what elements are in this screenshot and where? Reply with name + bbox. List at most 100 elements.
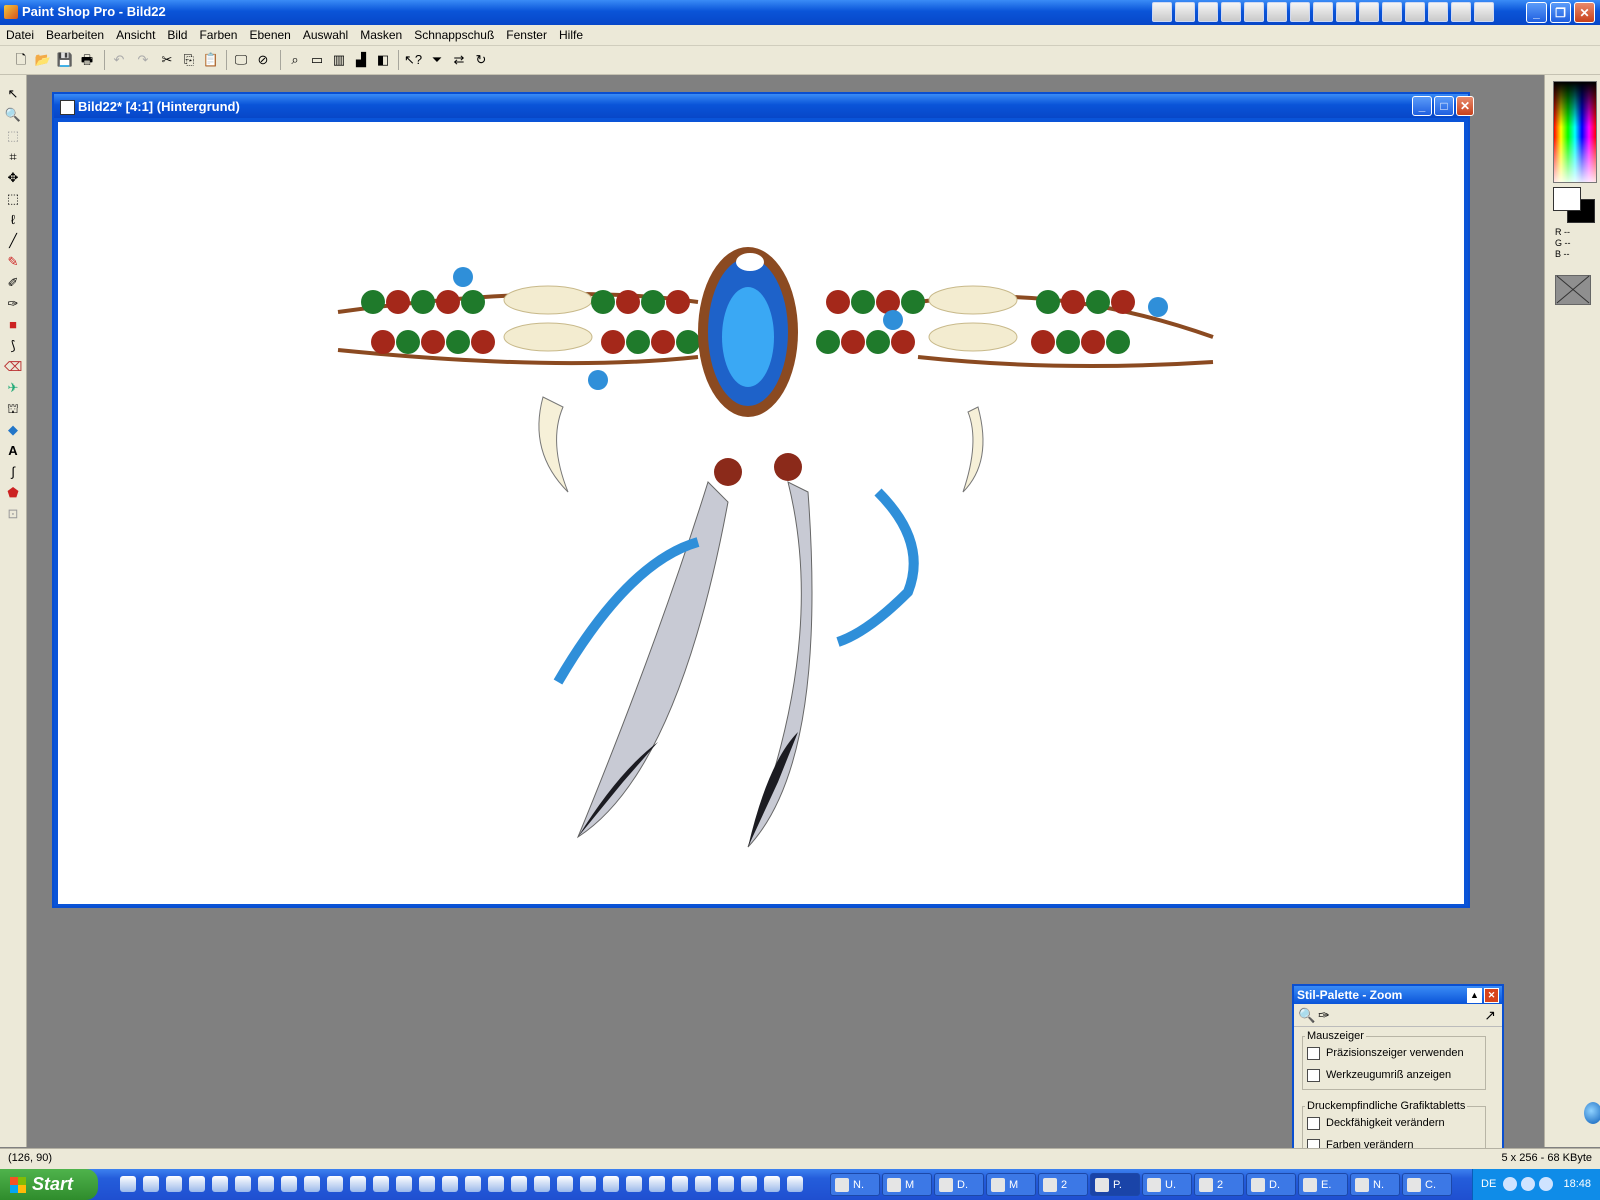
shortcut-icon[interactable]	[1382, 2, 1402, 22]
object-selector-icon[interactable]: ⊡	[4, 505, 22, 523]
image-maximize-button[interactable]: □	[1434, 96, 1454, 116]
shortcut-icon[interactable]	[1244, 2, 1264, 22]
praezisionszeiger-checkbox[interactable]: Präzisionszeiger verwenden	[1303, 1042, 1485, 1064]
paste-icon[interactable]: 📋	[202, 51, 220, 69]
language-indicator[interactable]: DE	[1481, 1178, 1496, 1190]
menu-ebenen[interactable]: Ebenen	[243, 28, 296, 42]
shortcut-icon[interactable]	[1267, 2, 1287, 22]
layers-icon[interactable]: ◧	[374, 51, 392, 69]
clone-brush-icon[interactable]: ✐	[4, 274, 22, 292]
foreground-color-swatch[interactable]	[1553, 187, 1581, 211]
cut-icon[interactable]: ✂	[158, 51, 176, 69]
menu-bild[interactable]: Bild	[161, 28, 193, 42]
quicklaunch-icon[interactable]	[603, 1176, 619, 1192]
restore-button[interactable]: ❐	[1550, 2, 1571, 23]
arrow-tool-icon[interactable]: ↖	[4, 85, 22, 103]
collapse-arrow-icon[interactable]: ▲	[1467, 988, 1482, 1003]
task-button[interactable]: N.	[830, 1173, 880, 1196]
save-icon[interactable]: 💾	[56, 51, 74, 69]
quicklaunch-icon[interactable]	[235, 1176, 251, 1192]
menu-auswahl[interactable]: Auswahl	[297, 28, 354, 42]
quicklaunch-icon[interactable]	[396, 1176, 412, 1192]
full-screen-icon[interactable]: 🖵	[232, 51, 250, 69]
selection-tool-icon[interactable]: ⬚	[4, 190, 22, 208]
task-button[interactable]: 2	[1194, 1173, 1244, 1196]
werkzeugumriss-checkbox[interactable]: Werkzeugumriß anzeigen	[1303, 1064, 1485, 1086]
shortcut-icon[interactable]	[1313, 2, 1333, 22]
tray-icon[interactable]	[1503, 1177, 1517, 1191]
menu-schnappschuss[interactable]: Schnappschuß	[408, 28, 500, 42]
airbrush-tool-icon[interactable]: ✈	[4, 379, 22, 397]
tray-icon[interactable]	[1521, 1177, 1535, 1191]
browse-icon[interactable]: ⌕	[286, 51, 304, 69]
task-button[interactable]: E.	[1298, 1173, 1348, 1196]
quicklaunch-icon[interactable]	[718, 1176, 734, 1192]
dropper-tool-icon[interactable]: ╱	[4, 232, 22, 250]
retouch-tool-icon[interactable]: ■	[4, 316, 22, 334]
task-button[interactable]: D.	[1246, 1173, 1296, 1196]
quicklaunch-icon[interactable]	[327, 1176, 343, 1192]
menu-farben[interactable]: Farben	[193, 28, 243, 42]
task-button[interactable]: M	[882, 1173, 932, 1196]
menu-datei[interactable]: Datei	[0, 28, 40, 42]
shortcut-icon[interactable]	[1152, 2, 1172, 22]
print-icon[interactable]: 🖶	[78, 51, 96, 69]
image-canvas[interactable]	[58, 122, 1464, 904]
stil-palette-titlebar[interactable]: Stil-Palette - Zoom ▲ ✕	[1294, 986, 1502, 1004]
shortcut-icon[interactable]	[1290, 2, 1310, 22]
task-button[interactable]: N.	[1350, 1173, 1400, 1196]
quicklaunch-icon[interactable]	[488, 1176, 504, 1192]
quicklaunch-icon[interactable]	[304, 1176, 320, 1192]
minimize-button[interactable]: _	[1526, 2, 1547, 23]
quicklaunch-icon[interactable]	[695, 1176, 711, 1192]
menu-fenster[interactable]: Fenster	[500, 28, 553, 42]
checkbox-box[interactable]	[1307, 1116, 1320, 1130]
shortcut-icon[interactable]	[1405, 2, 1425, 22]
deckfaehigkeit-checkbox[interactable]: Deckfähigkeit verändern	[1303, 1112, 1485, 1134]
arrange-icon[interactable]: ⇄	[450, 51, 468, 69]
color-replacer-icon[interactable]: ✑	[4, 295, 22, 313]
refresh-icon[interactable]: ↻	[472, 51, 490, 69]
color-palette-icon[interactable]: ▥	[330, 51, 348, 69]
paintbrush-tool-icon[interactable]: ✎	[4, 253, 22, 271]
tray-icon[interactable]	[1539, 1177, 1553, 1191]
menu-bearbeiten[interactable]: Bearbeiten	[40, 28, 110, 42]
shortcut-icon[interactable]	[1336, 2, 1356, 22]
toolbar-toggle-icon[interactable]: ▭	[308, 51, 326, 69]
draw-tool-icon[interactable]: ∫	[4, 463, 22, 481]
quicklaunch-icon[interactable]	[419, 1176, 435, 1192]
quicklaunch-icon[interactable]	[649, 1176, 665, 1192]
palette-close-icon[interactable]: ✕	[1484, 988, 1499, 1003]
quicklaunch-icon[interactable]	[166, 1176, 182, 1192]
image-window[interactable]: Bild22* [4:1] (Hintergrund) _ □ ✕	[52, 92, 1474, 908]
quicklaunch-icon[interactable]	[580, 1176, 596, 1192]
task-button[interactable]: D.	[934, 1173, 984, 1196]
quicklaunch-icon[interactable]	[534, 1176, 550, 1192]
quicklaunch-icon[interactable]	[189, 1176, 205, 1192]
copy-icon[interactable]: ⎘	[180, 51, 198, 69]
text-tool-icon[interactable]: A	[4, 442, 22, 460]
zoom-icon[interactable]: 🔍	[1298, 1007, 1315, 1024]
image-minimize-button[interactable]: _	[1412, 96, 1432, 116]
shortcut-icon[interactable]	[1198, 2, 1218, 22]
menu-hilfe[interactable]: Hilfe	[553, 28, 589, 42]
color-spectrum[interactable]	[1553, 81, 1597, 183]
quicklaunch-icon[interactable]	[281, 1176, 297, 1192]
preset-shapes-icon[interactable]: ⬟	[4, 484, 22, 502]
new-file-icon[interactable]: 🗋	[12, 51, 30, 69]
shortcut-icon[interactable]	[1451, 2, 1471, 22]
flood-fill-icon[interactable]: ◆	[4, 421, 22, 439]
close-button[interactable]: ✕	[1574, 2, 1595, 23]
quicklaunch-icon[interactable]	[143, 1176, 159, 1192]
redo-icon[interactable]: ↷	[134, 51, 152, 69]
undo-icon[interactable]: ↶	[110, 51, 128, 69]
shortcut-icon[interactable]	[1221, 2, 1241, 22]
task-button[interactable]: C.	[1402, 1173, 1452, 1196]
brush-options-icon[interactable]: ✑	[1318, 1007, 1330, 1024]
task-button[interactable]: 2	[1038, 1173, 1088, 1196]
lasso-tool-icon[interactable]: ℓ	[4, 211, 22, 229]
shortcut-icon[interactable]	[1359, 2, 1379, 22]
quicklaunch-icon[interactable]	[511, 1176, 527, 1192]
deform-tool-icon[interactable]: ⬚	[4, 127, 22, 145]
move-tool-icon[interactable]: ✥	[4, 169, 22, 187]
